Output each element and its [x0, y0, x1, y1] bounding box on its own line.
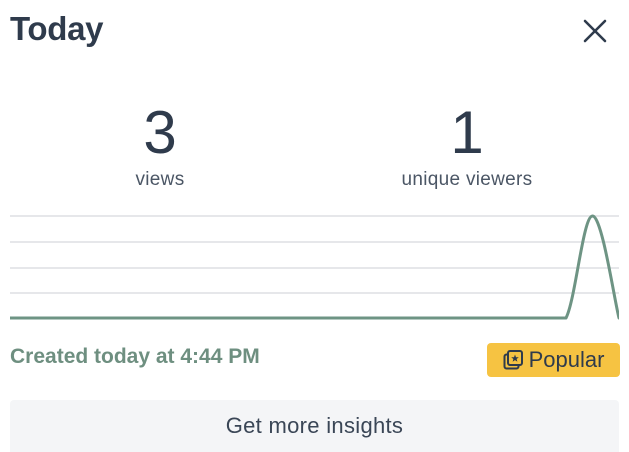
popular-badge[interactable]: Popular: [487, 343, 620, 377]
today-insights-panel: Today 3 views 1 unique viewers Created t…: [0, 0, 629, 452]
created-timestamp: Created today at 4:44 PM: [10, 345, 260, 368]
views-stat: 3 views: [60, 100, 260, 191]
panel-title: Today: [10, 10, 104, 47]
views-count: 3: [143, 99, 177, 166]
views-sparkline-chart: [10, 214, 619, 320]
close-button[interactable]: [578, 14, 612, 48]
get-more-insights-button[interactable]: Get more insights: [10, 400, 619, 452]
popular-badge-icon: [503, 350, 523, 370]
close-icon: [583, 19, 607, 43]
unique-viewers-label: unique viewers: [401, 169, 533, 190]
unique-viewers-count: 1: [450, 99, 484, 166]
unique-viewers-stat: 1 unique viewers: [367, 100, 567, 191]
popular-label: Popular: [528, 347, 605, 372]
views-label: views: [135, 169, 185, 190]
